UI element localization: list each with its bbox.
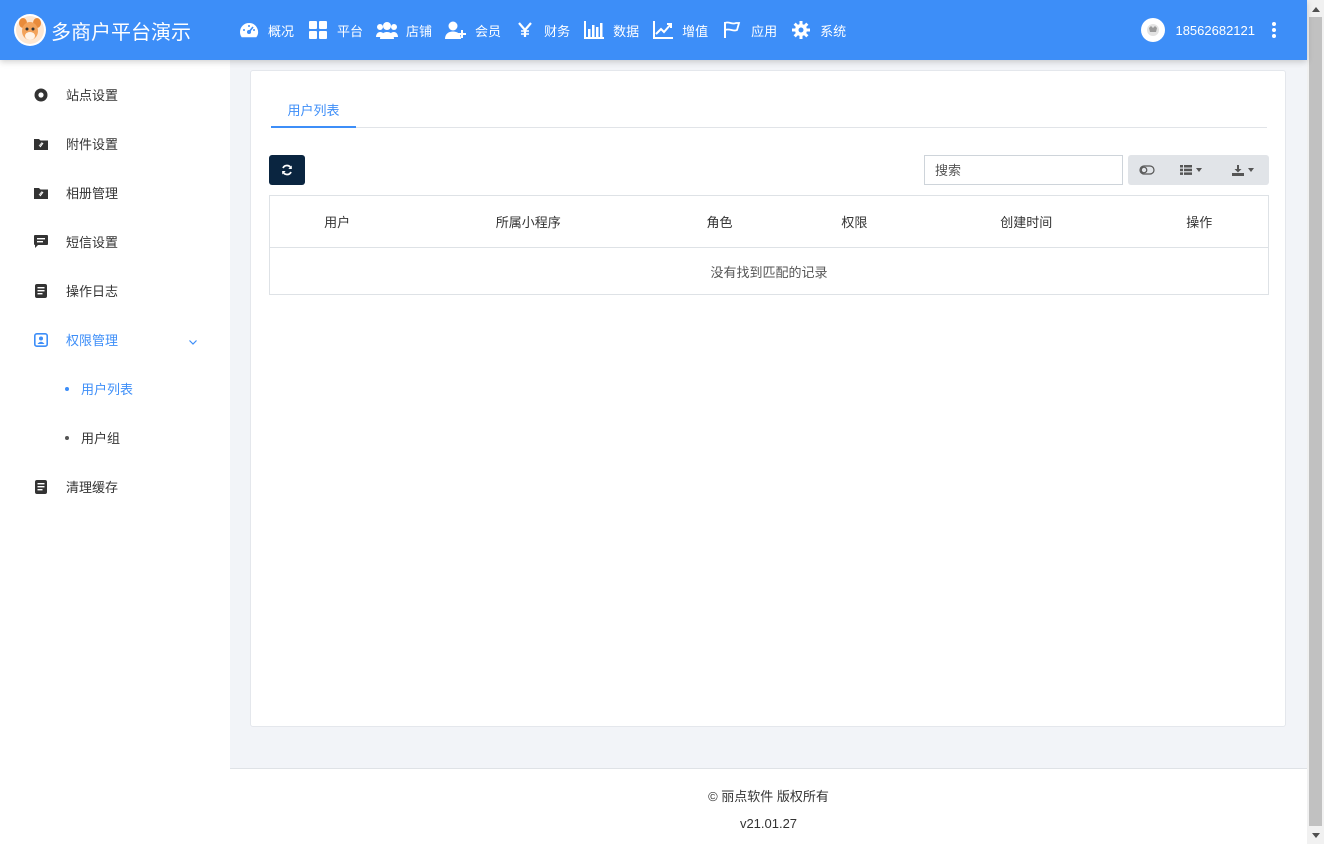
user-phone[interactable]: 18562682121 xyxy=(1175,23,1255,38)
nav-label: 财务 xyxy=(544,23,571,39)
columns-dropdown-button[interactable] xyxy=(1166,155,1216,185)
sidebar-item-permissions[interactable]: 权限管理 xyxy=(0,315,230,364)
sidebar-item-operation-log[interactable]: 操作日志 xyxy=(0,266,230,315)
column-header-miniprogram[interactable]: 所属小程序 xyxy=(404,195,653,248)
sidebar-item-label: 站点设置 xyxy=(66,88,119,103)
nav-label: 概况 xyxy=(268,23,295,39)
folder-clip-icon xyxy=(34,137,48,151)
grid-icon xyxy=(307,19,329,41)
sidebar-subitem-label: 用户组 xyxy=(81,431,121,446)
sidebar-subitem-user-group[interactable]: 用户组 xyxy=(0,413,230,462)
nav-label: 增值 xyxy=(682,23,709,39)
nav-label: 系统 xyxy=(820,23,847,39)
page-scrollbar[interactable] xyxy=(1307,0,1324,844)
chevron-down-icon[interactable] xyxy=(188,335,198,345)
table-row: 没有找到匹配的记录 xyxy=(270,248,1269,295)
sidebar-item-sms-settings[interactable]: 短信设置 xyxy=(0,217,230,266)
user-table: 用户 所属小程序 角色 权限 创建时间 操作 没有找到匹配的记录 xyxy=(269,195,1269,295)
column-header-role[interactable]: 角色 xyxy=(652,195,787,248)
brand[interactable]: 多商户平台演示 xyxy=(0,14,230,46)
scroll-down-arrow-icon[interactable] xyxy=(1307,827,1324,844)
nav-item-apps[interactable]: 应用 xyxy=(721,0,777,60)
refresh-button[interactable] xyxy=(269,155,305,185)
sidebar-subitem-user-list[interactable]: 用户列表 xyxy=(0,364,230,413)
sidebar-item-label: 附件设置 xyxy=(66,137,119,152)
flag-icon xyxy=(721,19,743,41)
sidebar-item-clear-cache[interactable]: 清理缓存 xyxy=(0,462,230,511)
scrollbar-thumb[interactable] xyxy=(1309,17,1322,826)
bullet-icon xyxy=(65,435,69,440)
user-badge-icon xyxy=(34,332,48,347)
empty-table-message: 没有找到匹配的记录 xyxy=(710,264,828,280)
table-header-row: 用户 所属小程序 角色 权限 创建时间 操作 xyxy=(269,195,1269,248)
user-menu[interactable]: 18562682121 xyxy=(1141,0,1279,60)
toggle-view-button[interactable] xyxy=(1128,155,1166,185)
version-text: v21.01.27 xyxy=(739,816,798,831)
content-card: 用户列表 用户 所属小程序 角色 xyxy=(250,70,1286,727)
caret-down-icon xyxy=(1247,168,1254,172)
message-icon xyxy=(34,235,48,249)
sidebar-item-attachment-settings[interactable]: 附件设置 xyxy=(0,119,230,168)
brand-title: 多商户平台演示 xyxy=(51,21,191,44)
yen-icon xyxy=(514,19,536,41)
nav-label: 会员 xyxy=(475,23,502,39)
nav-label: 应用 xyxy=(751,23,778,39)
logo-icon xyxy=(14,14,46,46)
nav-item-shop[interactable]: 店铺 xyxy=(376,0,432,60)
avatar[interactable] xyxy=(1141,18,1166,42)
sidebar-item-label: 相册管理 xyxy=(66,186,119,201)
toggle-icon xyxy=(1139,165,1155,175)
scroll-up-arrow-icon[interactable] xyxy=(1307,0,1324,17)
document-icon xyxy=(34,283,48,298)
user-plus-icon xyxy=(445,19,467,41)
search-input[interactable] xyxy=(924,155,1123,185)
table-toolbar xyxy=(1128,155,1269,185)
nav-label: 店铺 xyxy=(406,23,433,39)
tab-bar: 用户列表 xyxy=(271,93,1267,128)
refresh-icon xyxy=(282,164,292,176)
nav-item-finance[interactable]: 财务 xyxy=(514,0,570,60)
sidebar-item-label: 短信设置 xyxy=(66,235,119,250)
document-icon xyxy=(34,479,48,494)
top-navbar: 多商户平台演示 概况 平台 店铺 会员 财务 数据 增值 应用 系统 18562… xyxy=(0,0,1307,60)
footer: © 丽点软件 版权所有 v21.01.27 xyxy=(230,768,1307,844)
column-header-permission[interactable]: 权限 xyxy=(786,195,922,248)
nav-item-overview[interactable]: 概况 xyxy=(238,0,294,60)
nav-item-platform[interactable]: 平台 xyxy=(307,0,363,60)
copyright-text: © 丽点软件 版权所有 xyxy=(708,789,829,804)
column-header-actions[interactable]: 操作 xyxy=(1130,195,1269,248)
sidebar-item-label: 权限管理 xyxy=(66,333,119,348)
sidebar-item-label: 清理缓存 xyxy=(66,480,119,495)
main-content: 用户列表 用户 所属小程序 角色 xyxy=(230,60,1307,768)
export-dropdown-button[interactable] xyxy=(1216,155,1269,185)
gear-icon xyxy=(790,19,812,41)
line-chart-icon xyxy=(652,19,674,41)
column-header-created-time[interactable]: 创建时间 xyxy=(921,195,1131,248)
sidebar: 站点设置 附件设置 相册管理 短信设置 操作日志 权限管理 用户列表 用户组 清… xyxy=(0,60,230,844)
list-icon xyxy=(1180,165,1192,175)
tab-user-list[interactable]: 用户列表 xyxy=(271,93,356,128)
users-icon xyxy=(376,19,399,41)
bar-chart-icon xyxy=(583,19,605,41)
bullet-icon xyxy=(65,386,69,391)
nav-item-system[interactable]: 系统 xyxy=(790,0,846,60)
sidebar-subitem-label: 用户列表 xyxy=(81,382,134,397)
download-icon xyxy=(1231,164,1244,176)
sidebar-item-label: 操作日志 xyxy=(66,284,119,299)
nav-label: 平台 xyxy=(337,23,364,39)
nav-item-member[interactable]: 会员 xyxy=(445,0,501,60)
nav-item-value-added[interactable]: 增值 xyxy=(652,0,708,60)
nav-item-data[interactable]: 数据 xyxy=(583,0,639,60)
more-vertical-icon[interactable] xyxy=(1269,20,1279,40)
nav-label: 数据 xyxy=(613,23,640,39)
column-header-user[interactable]: 用户 xyxy=(269,195,405,248)
dashboard-icon xyxy=(238,19,260,41)
sidebar-item-album[interactable]: 相册管理 xyxy=(0,168,230,217)
settings-circle-icon xyxy=(34,88,48,102)
sidebar-item-site-settings[interactable]: 站点设置 xyxy=(0,70,230,119)
main-nav: 概况 平台 店铺 会员 财务 数据 增值 应用 系统 xyxy=(238,0,859,60)
caret-down-icon xyxy=(1196,168,1202,172)
folder-clip-icon xyxy=(34,186,48,200)
